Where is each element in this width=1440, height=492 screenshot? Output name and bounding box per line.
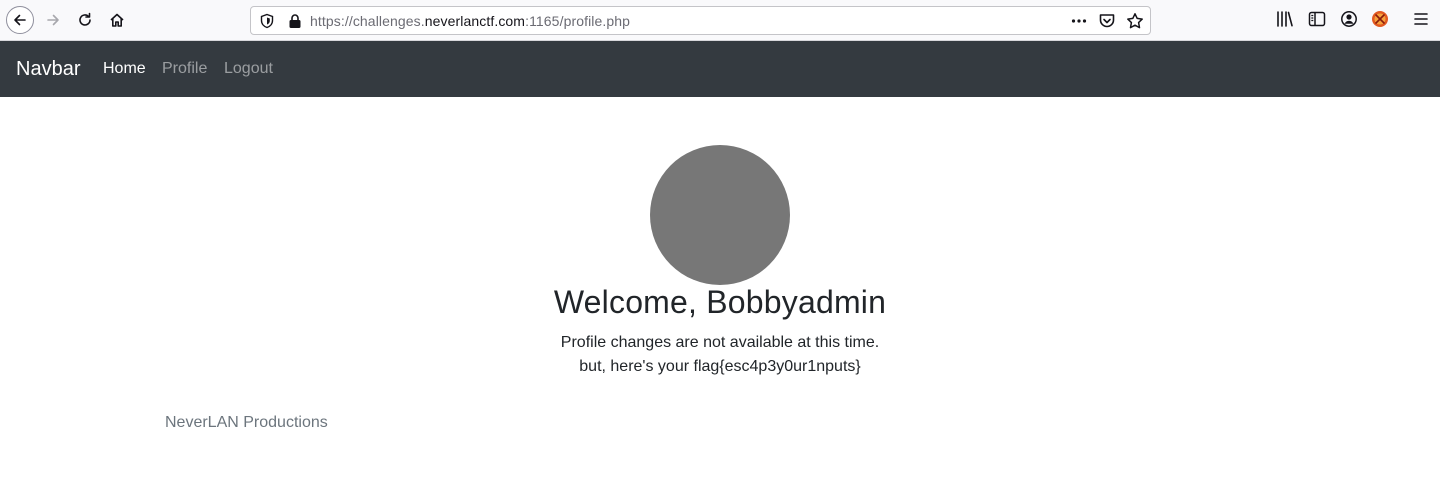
forward-icon — [47, 14, 59, 26]
navbar-brand[interactable]: Navbar — [16, 58, 80, 81]
nav-link-profile[interactable]: Profile — [162, 60, 207, 78]
welcome-heading: Welcome, Bobbyadmin — [553, 284, 887, 320]
avatar — [650, 145, 790, 285]
back-button[interactable] — [6, 6, 34, 34]
more-icon[interactable] — [1070, 12, 1088, 30]
flag-message: but, here's your flag{esc4p3y0ur1nputs} — [579, 358, 861, 375]
menu-icon[interactable] — [1412, 10, 1430, 28]
shield-icon[interactable] — [259, 13, 275, 29]
lock-icon[interactable] — [288, 13, 302, 29]
sidebar-icon[interactable] — [1308, 10, 1326, 28]
account-icon[interactable] — [1340, 10, 1358, 28]
nav-link-home[interactable]: Home — [103, 60, 146, 78]
site-navbar: Navbar Home Profile Logout — [0, 41, 1440, 97]
profile-message: Profile changes are not available at thi… — [560, 334, 880, 351]
star-icon[interactable] — [1126, 12, 1144, 30]
browser-toolbar: https://challenges.neverlanctf.com:1165/… — [0, 0, 1440, 41]
home-button[interactable] — [103, 6, 131, 34]
forward-button[interactable] — [39, 6, 67, 34]
footer-text: NeverLAN Productions — [165, 414, 328, 431]
back-icon — [14, 14, 26, 26]
url-bar[interactable]: https://challenges.neverlanctf.com:1165/… — [250, 6, 1151, 35]
extension-icon[interactable] — [1371, 10, 1389, 28]
nav-link-logout[interactable]: Logout — [224, 60, 273, 78]
reload-button[interactable] — [71, 6, 99, 34]
reload-icon — [79, 12, 91, 26]
pocket-icon[interactable] — [1098, 12, 1116, 30]
library-icon[interactable] — [1276, 10, 1294, 28]
home-icon — [110, 13, 124, 27]
url-text[interactable]: https://challenges.neverlanctf.com:1165/… — [310, 13, 630, 29]
